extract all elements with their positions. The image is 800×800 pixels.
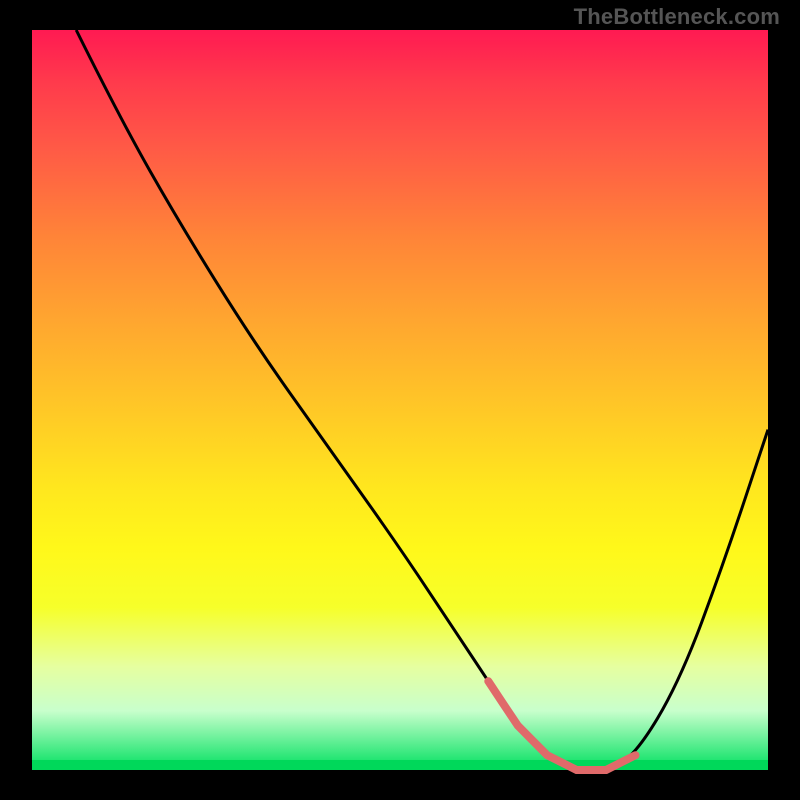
curve-layer <box>32 30 768 770</box>
bottleneck-curve <box>76 30 768 770</box>
plot-area <box>32 30 768 770</box>
watermark-text: TheBottleneck.com <box>574 4 780 30</box>
optimal-range-highlight <box>488 681 635 770</box>
chart-stage: TheBottleneck.com <box>0 0 800 800</box>
